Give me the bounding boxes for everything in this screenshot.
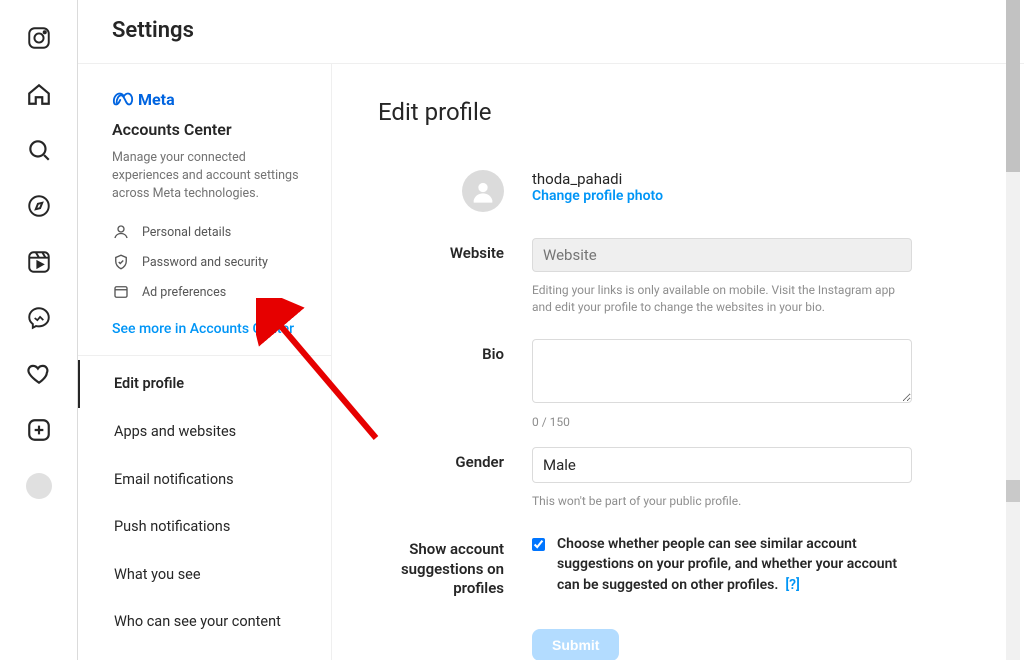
ad-icon bbox=[112, 283, 130, 301]
suggestions-row: Show account suggestions on profiles Cho… bbox=[378, 534, 978, 599]
username-display: thoda_pahadi bbox=[532, 170, 912, 188]
settings-nav: Edit profile Apps and websites Email not… bbox=[78, 356, 331, 660]
reels-icon[interactable] bbox=[25, 248, 53, 276]
accounts-center-title: Accounts Center bbox=[112, 120, 303, 139]
settings-sidebar: Meta Accounts Center Manage your connect… bbox=[78, 64, 332, 660]
gender-select[interactable]: Male bbox=[532, 447, 912, 483]
left-nav-rail bbox=[0, 0, 78, 660]
ac-item-label: Password and security bbox=[142, 255, 268, 270]
gender-hint: This won't be part of your public profil… bbox=[532, 493, 912, 510]
bio-row: Bio 0 / 150 bbox=[378, 339, 978, 429]
accounts-center-item-ad[interactable]: Ad preferences bbox=[112, 277, 303, 307]
change-profile-photo-link[interactable]: Change profile photo bbox=[532, 188, 912, 204]
nav-what-you-see[interactable]: What you see bbox=[78, 551, 331, 599]
profile-avatar-icon[interactable] bbox=[25, 472, 53, 500]
accounts-center-item-security[interactable]: Password and security bbox=[112, 247, 303, 277]
explore-compass-icon[interactable] bbox=[25, 192, 53, 220]
nav-apps-and-websites[interactable]: Apps and websites bbox=[78, 408, 331, 456]
submit-row: Submit bbox=[378, 611, 978, 660]
website-hint: Editing your links is only available on … bbox=[532, 282, 912, 317]
instagram-logo-icon[interactable] bbox=[25, 24, 53, 52]
ac-item-label: Ad preferences bbox=[142, 285, 226, 300]
nav-who-can-see[interactable]: Who can see your content bbox=[78, 598, 331, 646]
person-icon bbox=[112, 223, 130, 241]
scrollbar-thumb-secondary[interactable] bbox=[1006, 480, 1020, 502]
website-input bbox=[532, 238, 912, 272]
ac-item-label: Personal details bbox=[142, 225, 231, 240]
avatar-placeholder-icon bbox=[462, 170, 504, 212]
accounts-center-desc: Manage your connected experiences and ac… bbox=[112, 149, 303, 203]
nav-push-notifications[interactable]: Push notifications bbox=[78, 503, 331, 551]
page-header: Settings bbox=[78, 0, 1024, 64]
page-title: Settings bbox=[112, 18, 990, 43]
edit-profile-panel: Edit profile thoda_pahadi Change profile… bbox=[332, 64, 1024, 660]
website-row: Website Editing your links is only avail… bbox=[378, 238, 978, 317]
home-icon[interactable] bbox=[25, 80, 53, 108]
suggestions-text-body: Choose whether people can see similar ac… bbox=[557, 536, 897, 593]
messenger-icon[interactable] bbox=[25, 304, 53, 332]
profile-photo-row: thoda_pahadi Change profile photo bbox=[378, 170, 978, 212]
bio-label: Bio bbox=[378, 339, 532, 365]
suggestions-label: Show account suggestions on profiles bbox=[378, 534, 532, 599]
nav-edit-profile[interactable]: Edit profile bbox=[78, 360, 331, 408]
shield-icon bbox=[112, 253, 130, 271]
accounts-center-item-personal[interactable]: Personal details bbox=[112, 217, 303, 247]
meta-brand-text: Meta bbox=[138, 90, 175, 109]
nav-email-notifications[interactable]: Email notifications bbox=[78, 456, 331, 504]
search-icon[interactable] bbox=[25, 136, 53, 164]
accounts-center-card: Meta Accounts Center Manage your connect… bbox=[78, 64, 331, 356]
heart-notifications-icon[interactable] bbox=[25, 360, 53, 388]
gender-row: Gender Male This won't be part of your p… bbox=[378, 447, 978, 510]
nav-how-others-interact[interactable]: How others can interact with you bbox=[78, 646, 331, 660]
bio-textarea[interactable] bbox=[532, 339, 912, 403]
main-area: Settings Meta Accounts Center Manage you… bbox=[78, 0, 1024, 660]
submit-button[interactable]: Submit bbox=[532, 629, 619, 660]
meta-logo: Meta bbox=[112, 88, 303, 110]
suggestions-checkbox[interactable] bbox=[532, 537, 545, 552]
bio-counter: 0 / 150 bbox=[532, 415, 912, 429]
suggestions-text: Choose whether people can see similar ac… bbox=[557, 534, 912, 595]
meta-logo-icon bbox=[112, 88, 134, 110]
see-more-accounts-center-link[interactable]: See more in Accounts Center bbox=[112, 321, 303, 337]
edit-profile-heading: Edit profile bbox=[378, 98, 978, 126]
website-label: Website bbox=[378, 238, 532, 264]
suggestions-help-link[interactable]: [?] bbox=[785, 577, 800, 593]
gender-label: Gender bbox=[378, 447, 532, 473]
scrollbar-thumb[interactable] bbox=[1006, 0, 1020, 172]
create-plus-icon[interactable] bbox=[25, 416, 53, 444]
